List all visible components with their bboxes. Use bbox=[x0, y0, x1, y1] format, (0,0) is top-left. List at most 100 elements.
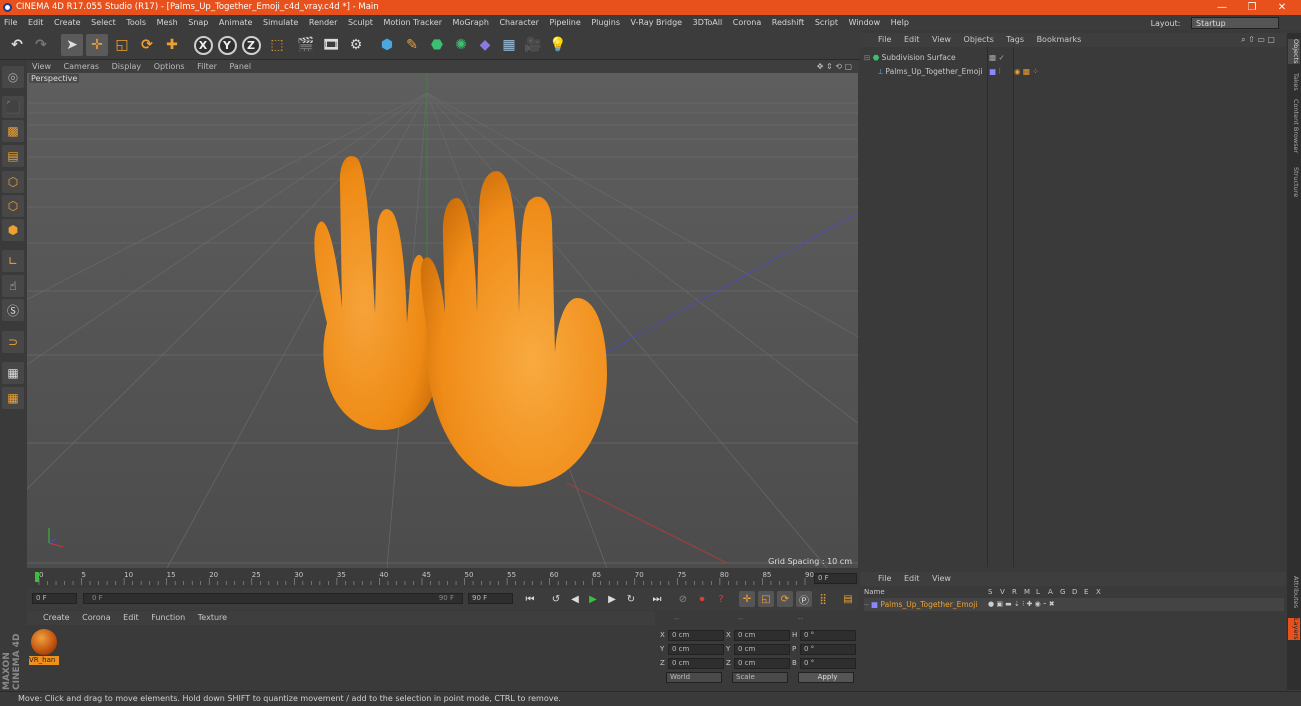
material-tag-icon[interactable]: ◉ ▩ ⁘ bbox=[1014, 65, 1039, 78]
menu-edit[interactable]: Edit bbox=[28, 18, 44, 27]
menu-pipeline[interactable]: Pipeline bbox=[549, 18, 580, 27]
key-rotation-icon[interactable]: ⟳ bbox=[777, 591, 793, 607]
menu-mesh[interactable]: Mesh bbox=[157, 18, 178, 27]
layer-color-icon[interactable]: ■ ⁝ bbox=[989, 65, 1001, 78]
close-button[interactable]: ✕ bbox=[1267, 0, 1297, 15]
layout-selector[interactable]: Layout: Startup bbox=[1147, 16, 1283, 31]
menu-script[interactable]: Script bbox=[815, 18, 838, 27]
position-y-field[interactable]: 0 cm bbox=[668, 644, 724, 655]
deformer-icon[interactable]: ◆ bbox=[474, 34, 496, 56]
previous-keyframe-icon[interactable]: ↺ bbox=[548, 591, 564, 607]
menu-sculpt[interactable]: Sculpt bbox=[348, 18, 373, 27]
points-mode-icon[interactable]: ⬡ bbox=[2, 171, 24, 193]
object-menu-edit[interactable]: Edit bbox=[904, 35, 920, 44]
menu-mograph[interactable]: MoGraph bbox=[453, 18, 489, 27]
maximize-button[interactable]: ❐ bbox=[1237, 0, 1267, 15]
object-menu-bookmarks[interactable]: Bookmarks bbox=[1037, 35, 1082, 44]
tab-takes[interactable]: Takes bbox=[1288, 73, 1300, 91]
material-swatch[interactable]: VR_han bbox=[29, 628, 59, 666]
key-position-icon[interactable]: ✛ bbox=[739, 591, 755, 607]
object-row-palms[interactable]: ⟂ Palms_Up_Together_Emoji ■ ⁝ ◉ ▩ ⁘ bbox=[878, 65, 1298, 78]
floor-icon[interactable]: ▦ bbox=[498, 34, 520, 56]
key-parameter-icon[interactable]: Ⓟ bbox=[796, 591, 812, 607]
play-icon[interactable]: ▶ bbox=[585, 591, 601, 607]
edges-mode-icon[interactable]: ⬡ bbox=[2, 195, 24, 217]
menu-animate[interactable]: Animate bbox=[219, 18, 253, 27]
scale-dropdown[interactable]: Scale bbox=[732, 672, 788, 683]
array-icon[interactable]: ✺ bbox=[450, 34, 472, 56]
layer-menu-view[interactable]: View bbox=[932, 574, 951, 583]
menu-help[interactable]: Help bbox=[891, 18, 909, 27]
menu-plugins[interactable]: Plugins bbox=[591, 18, 620, 27]
make-editable-icon[interactable]: ◎ bbox=[2, 66, 24, 88]
menu-tools[interactable]: Tools bbox=[126, 18, 146, 27]
current-frame-field[interactable]: 0 F bbox=[814, 573, 857, 584]
start-frame-field[interactable]: 0 F bbox=[32, 593, 77, 604]
viewport-navigation-icons[interactable]: ✥ ⇕ ⟲ ▢ bbox=[817, 60, 852, 73]
material-menu-function[interactable]: Function bbox=[151, 613, 185, 622]
menu-character[interactable]: Character bbox=[499, 18, 539, 27]
position-x-field[interactable]: 0 cm bbox=[668, 630, 724, 641]
object-menu-file[interactable]: File bbox=[878, 35, 891, 44]
z-axis-button[interactable]: Z bbox=[240, 34, 262, 56]
apply-button[interactable]: Apply bbox=[798, 672, 854, 683]
size-y-field[interactable]: 0 cm bbox=[734, 644, 790, 655]
light-icon[interactable]: 💡 bbox=[547, 34, 569, 56]
frame-range-slider[interactable]: 0 F 90 F bbox=[83, 593, 463, 604]
tab-attributes[interactable]: Attributes bbox=[1288, 576, 1300, 608]
menu-window[interactable]: Window bbox=[849, 18, 881, 27]
menu-redshift[interactable]: Redshift bbox=[772, 18, 804, 27]
y-axis-button[interactable]: Y bbox=[216, 34, 238, 56]
material-menu-corona[interactable]: Corona bbox=[82, 613, 110, 622]
coordinate-system-icon[interactable]: ⬚ bbox=[266, 34, 288, 56]
select-pointer-icon[interactable]: ➤ bbox=[61, 34, 83, 56]
object-row-subdivision[interactable]: ⊟ ⬣ Subdivision Surface ▩ ✓ bbox=[864, 51, 1284, 64]
tab-layers[interactable]: Layers bbox=[1288, 618, 1300, 640]
material-menu-texture[interactable]: Texture bbox=[198, 613, 227, 622]
viewport-menu-filter[interactable]: Filter bbox=[197, 62, 217, 71]
move-tool-icon[interactable]: ✛ bbox=[86, 34, 108, 56]
record-active-icon[interactable]: ⏺ bbox=[694, 591, 710, 607]
magnet-icon[interactable]: ⊃ bbox=[2, 331, 24, 353]
redo-icon[interactable]: ↷ bbox=[30, 34, 52, 56]
axis-mode-icon[interactable]: ∟ bbox=[2, 250, 24, 272]
menu-create[interactable]: Create bbox=[54, 18, 81, 27]
x-axis-button[interactable]: X bbox=[192, 34, 214, 56]
menu-select[interactable]: Select bbox=[91, 18, 116, 27]
position-z-field[interactable]: 0 cm bbox=[668, 658, 724, 669]
grid-workplane-icon[interactable]: ▦ bbox=[2, 387, 24, 409]
menu-corona[interactable]: Corona bbox=[733, 18, 761, 27]
render-view-icon[interactable]: 🎬 bbox=[295, 34, 317, 56]
go-to-start-icon[interactable]: ⏮ bbox=[522, 591, 538, 607]
cube-primitive-icon[interactable]: ⬢ bbox=[376, 34, 398, 56]
key-pla-icon[interactable]: ⣿ bbox=[815, 591, 831, 607]
previous-frame-icon[interactable]: ◀ bbox=[567, 591, 583, 607]
rotate-tool-icon[interactable]: ⟳ bbox=[136, 34, 158, 56]
undo-icon[interactable]: ↶ bbox=[6, 34, 28, 56]
tab-structure[interactable]: Structure bbox=[1288, 167, 1300, 197]
viewport-menu-cameras[interactable]: Cameras bbox=[64, 62, 100, 71]
visibility-toggle-icon[interactable]: ▩ ✓ bbox=[989, 51, 1005, 64]
tab-objects[interactable]: Objects bbox=[1288, 39, 1300, 64]
material-menu-edit[interactable]: Edit bbox=[123, 613, 139, 622]
rotation-b-field[interactable]: 0 ° bbox=[800, 658, 856, 669]
menu-vray-bridge[interactable]: V-Ray Bridge bbox=[631, 18, 683, 27]
layout-dropdown[interactable]: Startup bbox=[1191, 17, 1279, 29]
camera-icon[interactable]: 🎥 bbox=[522, 34, 544, 56]
expand-toggle-icon[interactable]: ⊟ bbox=[864, 53, 870, 62]
next-keyframe-icon[interactable]: ↻ bbox=[623, 591, 639, 607]
viewport-menu-view[interactable]: View bbox=[32, 62, 51, 71]
layer-flags-icons[interactable]: ● ▣ ▬ ⇣ ⁝ ✚ ◉ ⁃ ✖ bbox=[988, 598, 1055, 611]
3d-viewport[interactable]: Perspective Grid Spacing : 10 cm bbox=[27, 73, 858, 568]
render-picture-viewer-icon[interactable]: 🎞 bbox=[320, 34, 342, 56]
record-off-icon[interactable]: ⊘ bbox=[675, 591, 691, 607]
object-menu-tags[interactable]: Tags bbox=[1006, 35, 1024, 44]
size-z-field[interactable]: 0 cm bbox=[734, 658, 790, 669]
viewport-menu-display[interactable]: Display bbox=[112, 62, 142, 71]
recent-tool-icon[interactable]: ✚ bbox=[161, 34, 183, 56]
world-dropdown[interactable]: World bbox=[666, 672, 722, 683]
object-menu-view[interactable]: View bbox=[932, 35, 951, 44]
tweak-mode-icon[interactable]: ☝ bbox=[2, 275, 24, 297]
timeline-ruler[interactable]: 0 5 10 15 20 25 30 35 40 45 50 55 60 65 70 75 80 85 90 0 F bbox=[27, 569, 859, 587]
pen-spline-icon[interactable]: ✎ bbox=[401, 34, 423, 56]
